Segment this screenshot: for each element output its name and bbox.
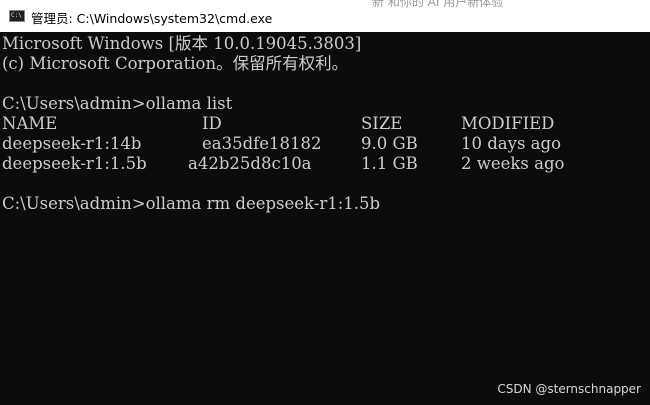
model-size: 1.1 GB <box>361 154 418 173</box>
cmd-window: C:\ 管理员: C:\Windows\system32\cmd.exe 新 和… <box>0 0 650 405</box>
console-area[interactable]: Microsoft Windows [版本 10.0.19045.3803] (… <box>0 32 650 405</box>
header-size: SIZE <box>361 114 403 133</box>
model-id: ea35dfe18182 <box>202 134 322 153</box>
model-size: 9.0 GB <box>361 134 418 153</box>
command-ollama-rm: C:\Users\admin>ollama rm deepseek-r1:1.5… <box>2 194 381 213</box>
model-name: deepseek-r1:14b <box>2 134 142 153</box>
model-id: a42b25d8c10a <box>188 154 312 173</box>
csdn-watermark: CSDN @sternschnapper <box>497 382 641 396</box>
cmd-icon[interactable]: C:\ <box>9 10 25 22</box>
window-title: 管理员: C:\Windows\system32\cmd.exe <box>31 11 273 26</box>
model-name: deepseek-r1:1.5b <box>2 154 147 173</box>
header-name: NAME <box>2 114 58 133</box>
background-window-title: 新 和你的 AI 用户新体验 <box>372 0 504 8</box>
model-modified: 2 weeks ago <box>461 154 565 173</box>
banner-copyright: (c) Microsoft Corporation。保留所有权利。 <box>2 54 349 73</box>
model-modified: 10 days ago <box>461 134 562 153</box>
banner-version: Microsoft Windows [版本 10.0.19045.3803] <box>2 34 362 53</box>
title-bar[interactable]: C:\ 管理员: C:\Windows\system32\cmd.exe 新 和… <box>0 0 650 32</box>
header-id: ID <box>202 114 222 133</box>
header-modified: MODIFIED <box>461 114 555 133</box>
command-ollama-list: C:\Users\admin>ollama list <box>2 94 233 113</box>
